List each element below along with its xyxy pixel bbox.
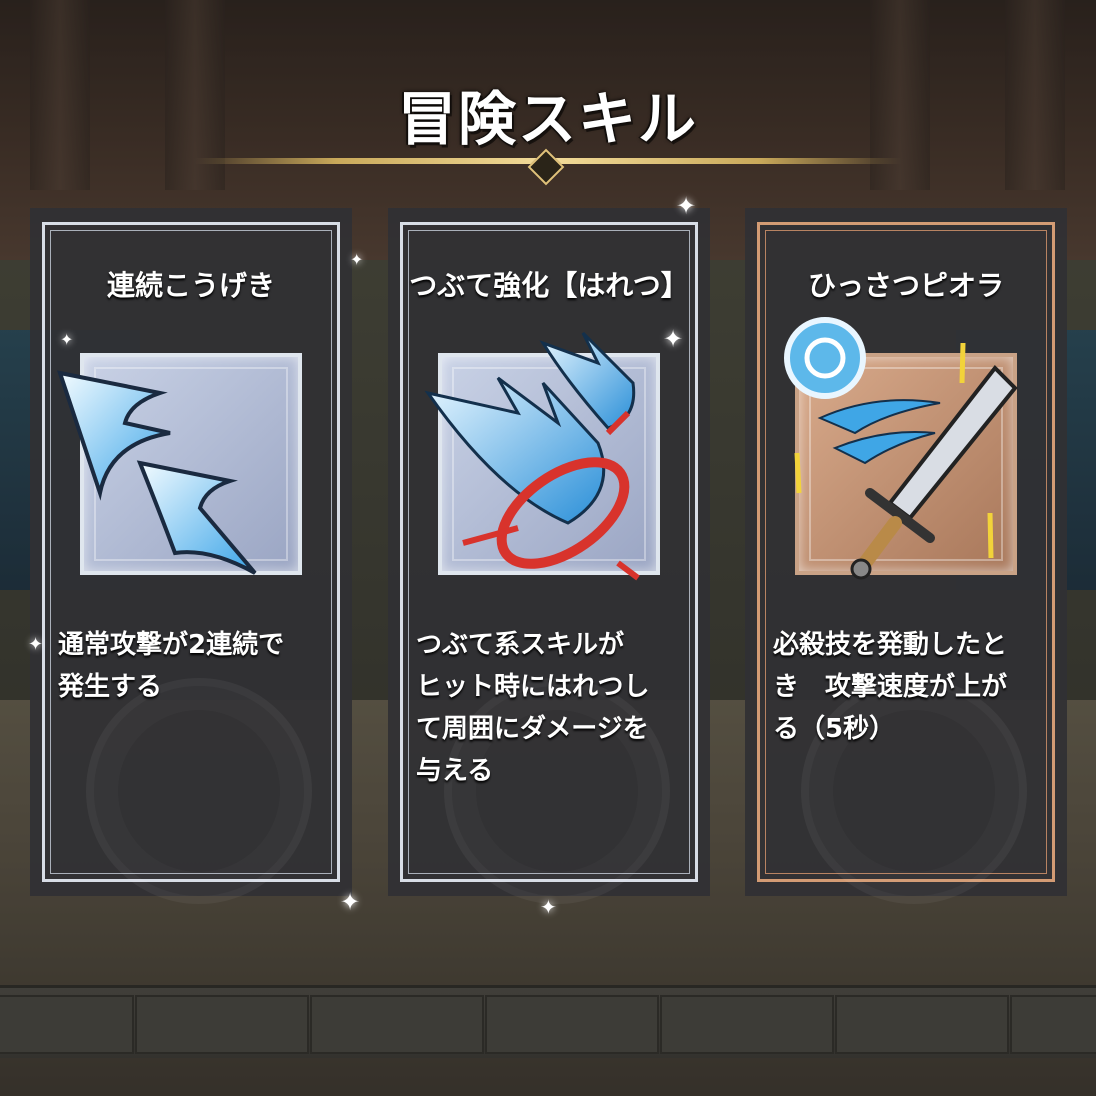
skill-description: つぶて系スキルが ヒット時にはれつし て周囲にダメージを 与える	[416, 624, 694, 792]
double-arrow-strike-icon	[57, 370, 257, 575]
description-line: 通常攻撃が2連続で	[58, 630, 285, 660]
skill-name: 連続こうげき	[106, 269, 275, 302]
sparkle-icon: ✦	[540, 895, 557, 919]
sparkle-icon: ✦	[676, 192, 697, 220]
skill-name: つぶて強化【はれつ】	[409, 269, 689, 302]
skill-card-2[interactable]: つぶて強化【はれつ】 つぶて系スキルが ヒット時にはれつし て周囲にダメージを …	[388, 208, 710, 904]
sparkle-icon: ✦	[28, 634, 44, 655]
skill-card-1[interactable]: 連続こうげき 通常攻撃が2連続で 発生する	[30, 208, 352, 904]
sparkle-icon: ✦	[340, 888, 361, 916]
sparkle-icon: ✦	[60, 330, 74, 349]
card-emblem	[86, 678, 312, 904]
description-line: 必殺技を発動したと	[773, 630, 1008, 660]
skill-description: 必殺技を発動したと き 攻撃速度が上が る（5秒）	[773, 624, 1051, 750]
ice-burst-ring-icon	[424, 331, 640, 581]
skill-description: 通常攻撃が2連続で 発生する	[58, 624, 336, 708]
description-line: 発生する	[58, 672, 163, 702]
skill-name: ひっさつピオラ	[807, 269, 1004, 302]
description-line: き 攻撃速度が上が	[773, 672, 1008, 702]
sparkle-icon: ✦	[350, 250, 364, 269]
skill-icon-frame	[57, 353, 302, 575]
description-line: る（5秒）	[773, 714, 896, 744]
description-line: て周囲にダメージを	[416, 714, 649, 744]
skill-icon-frame	[424, 331, 660, 581]
sparkle-icon: ✦	[663, 325, 684, 353]
skill-card-3[interactable]: ひっさつピオラ 必殺技を発動したと き 攻撃速度が上が る（5秒）	[745, 208, 1067, 904]
screen-title: 冒険スキル	[397, 85, 698, 153]
description-line: 与える	[416, 756, 494, 786]
speed-sword-icon	[784, 317, 1018, 580]
skill-icon-frame	[784, 317, 1018, 580]
description-line: ヒット時にはれつし	[416, 672, 650, 702]
description-line: つぶて系スキルが	[416, 630, 625, 660]
